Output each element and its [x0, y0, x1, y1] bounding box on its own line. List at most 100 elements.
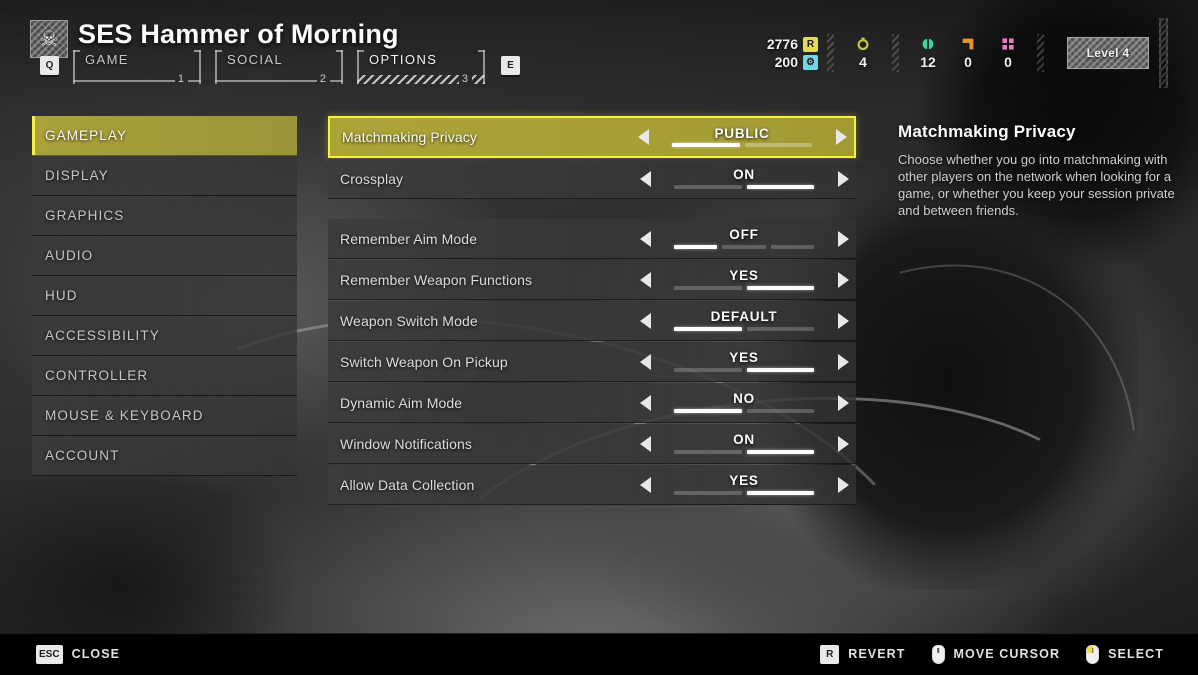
decrement-arrow-icon[interactable]: [632, 312, 658, 329]
tab-label: OPTIONS: [369, 52, 438, 67]
decrement-arrow-icon[interactable]: [632, 230, 658, 247]
hint-select[interactable]: SELECT: [1086, 644, 1164, 664]
decrement-arrow-icon[interactable]: [632, 353, 658, 370]
increment-arrow-icon[interactable]: [830, 394, 856, 411]
tab-label: GAME: [85, 52, 129, 67]
setting-label: Matchmaking Privacy: [342, 129, 477, 145]
segment: [674, 326, 742, 331]
setting-value: DEFAULT: [710, 309, 778, 325]
description-title: Matchmaking Privacy: [898, 122, 1076, 141]
medals-icon: ⚙: [803, 54, 818, 70]
segment: [770, 244, 814, 249]
decrement-arrow-icon[interactable]: [632, 394, 658, 411]
requisition-value: 2776: [766, 36, 798, 52]
segment: [722, 244, 766, 249]
rare-sample-group: 12: [908, 36, 948, 70]
sidebar-item-controller[interactable]: CONTROLLER: [32, 356, 297, 396]
setting-value-box: YES: [658, 342, 830, 381]
hint-revert[interactable]: R REVERT: [820, 644, 906, 664]
setting-label: Switch Weapon On Pickup: [340, 353, 508, 370]
tab-number: 3: [461, 73, 468, 85]
setting-row-matchmaking-privacy[interactable]: Matchmaking Privacy PUBLIC: [328, 116, 856, 158]
hint-label: REVERT: [848, 647, 906, 661]
sidebar-item-label: GRAPHICS: [45, 208, 125, 223]
pink-sample-group: 0: [988, 36, 1028, 70]
setting-row-weapon-switch-mode[interactable]: Weapon Switch Mode DEFAULT: [328, 301, 856, 341]
sidebar-item-label: HUD: [45, 288, 78, 303]
setting-value: OFF: [729, 227, 759, 243]
medals-value: 200: [774, 54, 798, 70]
sidebar-item-gameplay[interactable]: GAMEPLAY: [32, 116, 297, 156]
r-key-icon[interactable]: R: [820, 644, 840, 664]
esc-key-icon[interactable]: ESC: [36, 644, 63, 664]
increment-arrow-icon[interactable]: [830, 271, 856, 288]
setting-segment-bar: [674, 449, 814, 454]
next-tab-key[interactable]: E: [501, 56, 520, 75]
setting-segment-bar: [674, 285, 814, 290]
increment-arrow-icon[interactable]: [830, 353, 856, 370]
setting-value: YES: [729, 473, 759, 489]
hint-close[interactable]: ESC CLOSE: [36, 644, 121, 664]
hint-label: CLOSE: [71, 647, 121, 661]
sidebar-item-hud[interactable]: HUD: [32, 276, 297, 316]
tab-options[interactable]: OPTIONS 3: [357, 50, 485, 85]
increment-arrow-icon[interactable]: [830, 476, 856, 493]
increment-arrow-icon[interactable]: [830, 230, 856, 247]
common-sample-group: 4: [843, 36, 883, 70]
hint-label: SELECT: [1108, 647, 1164, 661]
tab-social[interactable]: SOCIAL 2: [215, 50, 343, 85]
setting-label: Remember Weapon Functions: [340, 271, 533, 288]
setting-row-crossplay[interactable]: Crossplay ON: [328, 159, 856, 199]
setting-label: Allow Data Collection: [340, 476, 475, 493]
super-sample-value: 0: [964, 54, 972, 70]
decrement-arrow-icon[interactable]: [630, 129, 656, 145]
sidebar-item-graphics[interactable]: GRAPHICS: [32, 196, 297, 236]
sidebar-item-mouse-keyboard[interactable]: MOUSE & KEYBOARD: [32, 396, 297, 436]
increment-arrow-icon[interactable]: [828, 129, 854, 145]
setting-row-remember-aim-mode[interactable]: Remember Aim Mode OFF: [328, 219, 856, 259]
setting-value: ON: [733, 432, 755, 448]
segment: [674, 490, 742, 495]
tab-active-endcap: [472, 75, 485, 84]
setting-segment-bar: [672, 143, 812, 148]
footer-left: ESC CLOSE: [0, 644, 121, 664]
decrement-arrow-icon[interactable]: [632, 435, 658, 452]
game-options-screen: ☠ SES Hammer of Morning Q GAME 1 SOCIAL …: [0, 0, 1198, 675]
tab-game[interactable]: GAME 1: [73, 50, 201, 85]
setting-value: YES: [729, 268, 759, 284]
sidebar-item-accessibility[interactable]: ACCESSIBILITY: [32, 316, 297, 356]
hint-move-cursor: MOVE CURSOR: [931, 644, 1061, 664]
setting-row-dynamic-aim-mode[interactable]: Dynamic Aim Mode NO: [328, 383, 856, 423]
setting-row-switch-weapon-on-pickup[interactable]: Switch Weapon On Pickup YES: [328, 342, 856, 382]
tab-number: 2: [319, 73, 326, 85]
segment: [674, 244, 718, 249]
setting-row-allow-data-collection[interactable]: Allow Data Collection YES: [328, 465, 856, 505]
mouse-icon: [931, 644, 945, 664]
medals-row: 200 ⚙: [762, 54, 818, 70]
settings-category-list: GAMEPLAY DISPLAY GRAPHICS AUDIO HUD ACCE…: [32, 116, 297, 476]
increment-arrow-icon[interactable]: [830, 435, 856, 452]
sidebar-item-audio[interactable]: AUDIO: [32, 236, 297, 276]
setting-segment-bar: [674, 326, 814, 331]
sidebar-item-label: ACCOUNT: [45, 448, 120, 463]
segment: [746, 408, 814, 413]
sidebar-item-account[interactable]: ACCOUNT: [32, 436, 297, 476]
pink-sample-value: 0: [1004, 54, 1012, 70]
decorative-rail: [1159, 18, 1168, 88]
setting-row-window-notifications[interactable]: Window Notifications ON: [328, 424, 856, 464]
segment: [746, 449, 814, 454]
common-sample-icon: [856, 36, 870, 51]
hint-label: MOVE CURSOR: [953, 647, 1061, 661]
setting-row-remember-weapon-functions[interactable]: Remember Weapon Functions YES: [328, 260, 856, 300]
decrement-arrow-icon[interactable]: [632, 170, 658, 187]
decrement-arrow-icon[interactable]: [632, 476, 658, 493]
level-badge: Level 4: [1067, 37, 1149, 69]
sidebar-item-display[interactable]: DISPLAY: [32, 156, 297, 196]
setting-segment-bar: [674, 490, 814, 495]
segment: [746, 367, 814, 372]
decrement-arrow-icon[interactable]: [632, 271, 658, 288]
increment-arrow-icon[interactable]: [830, 170, 856, 187]
mouse-left-click-icon: [1086, 644, 1100, 664]
increment-arrow-icon[interactable]: [830, 312, 856, 329]
prev-tab-key[interactable]: Q: [40, 56, 59, 75]
